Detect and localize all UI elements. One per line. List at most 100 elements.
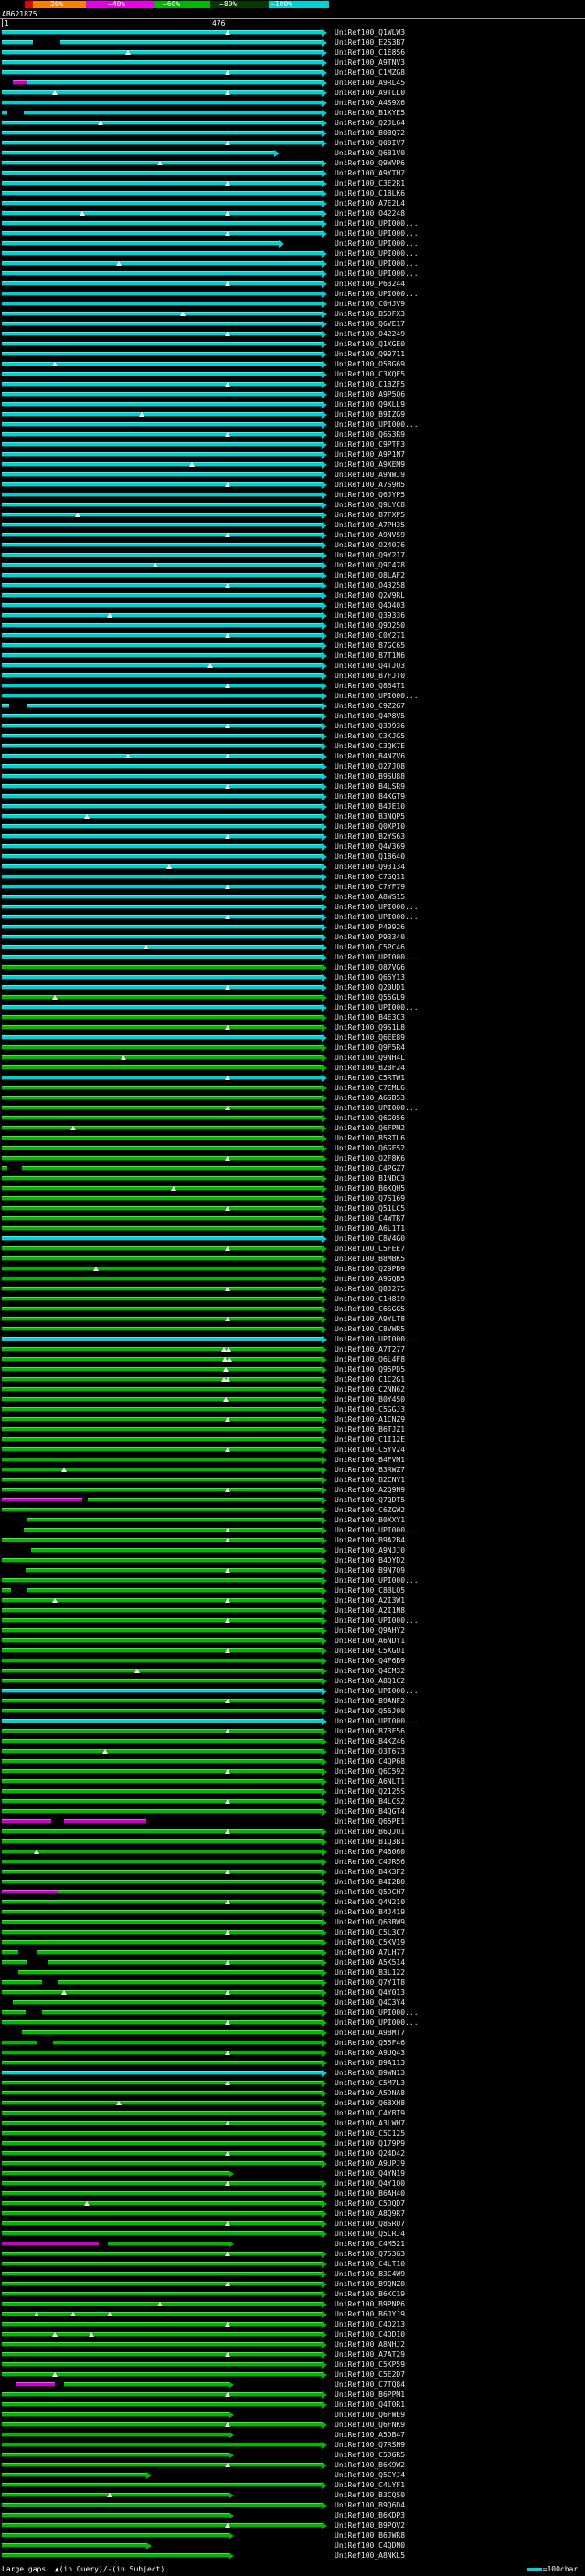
alignment-row[interactable]: UniRef100_B0Y4S0	[0, 1394, 585, 1405]
hit-label[interactable]: UniRef100_B9A2B4	[335, 1536, 405, 1544]
alignment-row[interactable]: UniRef100_A9GQB5	[0, 1274, 585, 1284]
alignment-row[interactable]: UniRef100_C9Z2G7	[0, 701, 585, 711]
hit-label[interactable]: UniRef100_B6TJZ1	[335, 1426, 405, 1434]
hit-label[interactable]: UniRef100_C3E2R1	[335, 179, 405, 187]
alignment-row[interactable]: UniRef100_C4QDN0	[0, 2540, 585, 2550]
hit-label[interactable]: UniRef100_B3NQP5	[335, 812, 405, 821]
hit-label[interactable]: UniRef100_C8VWR5	[335, 1325, 405, 1333]
hit-label[interactable]: UniRef100_B6KC19	[335, 2290, 405, 2298]
hit-label[interactable]: UniRef100_C1BLK6	[335, 189, 405, 197]
alignment-row[interactable]: UniRef100_Q56J00	[0, 1706, 585, 1716]
hit-label[interactable]: UniRef100_C5KP59	[335, 2360, 405, 2369]
alignment-row[interactable]: UniRef100_A9YLT8	[0, 1314, 585, 1324]
alignment-row[interactable]: UniRef100_Q99711	[0, 349, 585, 359]
alignment-row[interactable]: UniRef100_UPI000...	[0, 239, 585, 249]
alignment-row[interactable]: UniRef100_B6TJZ1	[0, 1425, 585, 1435]
hit-label[interactable]: UniRef100_A9GQB5	[335, 1275, 405, 1283]
alignment-row[interactable]: UniRef100_Q9AHY2	[0, 1626, 585, 1636]
hit-label[interactable]: UniRef100_A9TNV3	[335, 58, 405, 67]
alignment-row[interactable]: UniRef100_C1H819	[0, 1294, 585, 1304]
alignment-row[interactable]: UniRef100_C1C2G1	[0, 1374, 585, 1384]
alignment-row[interactable]: UniRef100_B6KDP3	[0, 2510, 585, 2520]
hit-label[interactable]: UniRef100_O42248	[335, 209, 405, 217]
hit-label[interactable]: UniRef100_B4I2B0	[335, 1878, 405, 1886]
hit-label[interactable]: UniRef100_UPI000...	[335, 1617, 419, 1625]
alignment-row[interactable]: UniRef100_C5PC46	[0, 942, 585, 952]
hit-label[interactable]: UniRef100_UPI000...	[335, 1104, 419, 1112]
alignment-row[interactable]: UniRef100_A2I1N8	[0, 1606, 585, 1616]
hit-label[interactable]: UniRef100_UPI000...	[335, 260, 419, 268]
alignment-row[interactable]: UniRef100_B7GC65	[0, 641, 585, 651]
alignment-row[interactable]: UniRef100_O42248	[0, 208, 585, 218]
alignment-row[interactable]: UniRef100_A6NLT1	[0, 1776, 585, 1786]
alignment-row[interactable]: UniRef100_A7LH77	[0, 1947, 585, 1957]
alignment-row[interactable]: UniRef100_UPI000...	[0, 1686, 585, 1696]
hit-label[interactable]: UniRef100_C7GQ11	[335, 873, 405, 881]
hit-label[interactable]: UniRef100_B9IZG9	[335, 410, 405, 419]
hit-label[interactable]: UniRef100_B6K9W2	[335, 2461, 405, 2469]
hit-label[interactable]: UniRef100_Q3T673	[335, 1747, 405, 1755]
hit-label[interactable]: UniRef100_UPI000...	[335, 1576, 419, 1585]
hit-label[interactable]: UniRef100_C3KJG5	[335, 732, 405, 740]
alignment-row[interactable]: UniRef100_C5GGJ3	[0, 1405, 585, 1415]
alignment-row[interactable]: UniRef100_P93340	[0, 932, 585, 942]
hit-label[interactable]: UniRef100_Q6S3R9	[335, 430, 405, 439]
alignment-row[interactable]: UniRef100_C1I12E	[0, 1435, 585, 1445]
hit-label[interactable]: UniRef100_C4QP68	[335, 1757, 405, 1765]
alignment-row[interactable]: UniRef100_C4LYF1	[0, 2480, 585, 2490]
alignment-row[interactable]: UniRef100_C8BLQ5	[0, 1585, 585, 1595]
alignment-row[interactable]: UniRef100_B7FXP5	[0, 510, 585, 520]
alignment-row[interactable]: UniRef100_B4KGT9	[0, 791, 585, 801]
hit-label[interactable]: UniRef100_B3L122	[335, 1968, 405, 1977]
hit-label[interactable]: UniRef100_Q9WVP6	[335, 159, 405, 167]
alignment-row[interactable]: UniRef100_Q2F8K6	[0, 1153, 585, 1163]
alignment-row[interactable]: UniRef100_UPI000...	[0, 1103, 585, 1113]
hit-label[interactable]: UniRef100_B1Q3B1	[335, 1838, 405, 1846]
alignment-row[interactable]: UniRef100_A7T277	[0, 1344, 585, 1354]
hit-label[interactable]: UniRef100_Q1WLW3	[335, 28, 405, 37]
hit-label[interactable]: UniRef100_UPI000...	[335, 1687, 419, 1695]
alignment-row[interactable]: UniRef100_C7TQ84	[0, 2380, 585, 2390]
hit-label[interactable]: UniRef100_B6PPM1	[335, 2390, 405, 2399]
alignment-row[interactable]: UniRef100_C5KV19	[0, 1937, 585, 1947]
alignment-row[interactable]: UniRef100_Q8J275	[0, 1284, 585, 1294]
alignment-row[interactable]: UniRef100_B4KZ46	[0, 1736, 585, 1746]
hit-label[interactable]: UniRef100_Q4TJQ3	[335, 662, 405, 670]
hit-label[interactable]: UniRef100_B7FJT0	[335, 672, 405, 680]
alignment-row[interactable]: UniRef100_Q39336	[0, 610, 585, 620]
alignment-row[interactable]: UniRef100_Q4TJQ3	[0, 661, 585, 671]
hit-label[interactable]: UniRef100_UPI000...	[335, 239, 419, 248]
hit-label[interactable]: UniRef100_C1E8S6	[335, 48, 405, 57]
alignment-row[interactable]: UniRef100_Q8SRU7	[0, 2219, 585, 2229]
hit-label[interactable]: UniRef100_B6QJQ1	[335, 1828, 405, 1836]
alignment-row[interactable]: UniRef100_B3C4W9	[0, 2269, 585, 2279]
hit-label[interactable]: UniRef100_Q9F5R4	[335, 1044, 405, 1052]
hit-label[interactable]: UniRef100_C4Q213	[335, 2320, 405, 2328]
hit-label[interactable]: UniRef100_A9NWJ9	[335, 471, 405, 479]
hit-label[interactable]: UniRef100_A1CNZ9	[335, 1415, 405, 1424]
alignment-row[interactable]: UniRef100_Q9LYC8	[0, 500, 585, 510]
hit-label[interactable]: UniRef100_B4K3F2	[335, 1868, 405, 1876]
alignment-row[interactable]: UniRef100_A7S9H5	[0, 480, 585, 490]
alignment-row[interactable]: UniRef100_A8NKL5	[0, 2550, 585, 2560]
alignment-row[interactable]: UniRef100_A3LWH7	[0, 2118, 585, 2128]
alignment-row[interactable]: UniRef100_UPI000...	[0, 218, 585, 228]
alignment-row[interactable]: UniRef100_A9TLL0	[0, 88, 585, 98]
alignment-row[interactable]: UniRef100_B73F56	[0, 1726, 585, 1736]
alignment-row[interactable]: UniRef100_Q5DCH7	[0, 1887, 585, 1897]
alignment-row[interactable]: UniRef100_Q6G056	[0, 1113, 585, 1123]
alignment-row[interactable]: UniRef100_A6NDY1	[0, 1636, 585, 1646]
alignment-row[interactable]: UniRef100_Q2V9RL	[0, 590, 585, 600]
alignment-row[interactable]: UniRef100_B3L122	[0, 1967, 585, 1977]
hit-label[interactable]: UniRef100_B4J419	[335, 1908, 405, 1916]
hit-label[interactable]: UniRef100_B0BQ72	[335, 129, 405, 137]
alignment-row[interactable]: UniRef100_C5XGU1	[0, 1646, 585, 1656]
alignment-row[interactable]: UniRef100_UPI000...	[0, 902, 585, 912]
hit-label[interactable]: UniRef100_Q55GL9	[335, 993, 405, 1002]
hit-label[interactable]: UniRef100_A5DNA8	[335, 2089, 405, 2097]
hit-label[interactable]: UniRef100_B9WN13	[335, 2069, 405, 2077]
alignment-row[interactable]: UniRef100_O42249	[0, 329, 585, 339]
hit-label[interactable]: UniRef100_Q864T1	[335, 682, 405, 690]
hit-label[interactable]: UniRef100_Q95PD5	[335, 1365, 405, 1373]
alignment-row[interactable]: UniRef100_A2Q9N9	[0, 1485, 585, 1495]
